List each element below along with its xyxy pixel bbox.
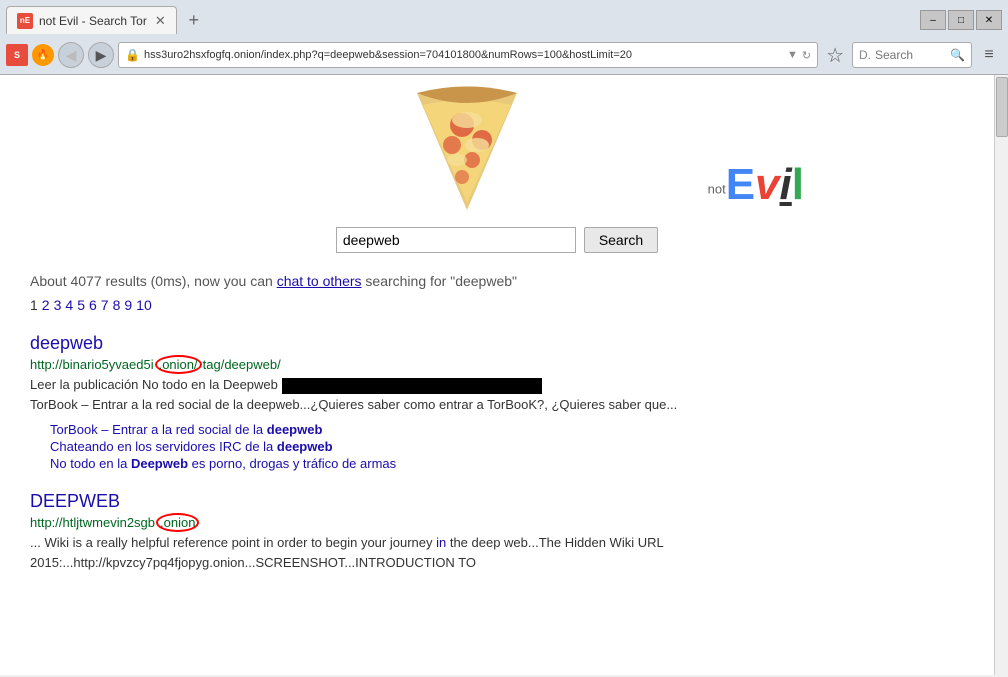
nav-search-input[interactable] — [875, 48, 950, 62]
page-4[interactable]: 4 — [65, 297, 73, 313]
header-section: notEvil Search — [30, 85, 964, 253]
chat-link[interactable]: chat to others — [277, 273, 362, 289]
page-content: notEvil Search About 4077 results (0ms),… — [0, 75, 1008, 675]
onion-circle-2: .onion — [156, 513, 199, 532]
duckduckgo-icon: D. — [859, 48, 871, 62]
results-summary: About 4077 results (0ms), now you can ch… — [30, 273, 964, 289]
url-prefix-2: http://htljtwmevin2sgb — [30, 515, 155, 530]
keyword-deepweb-3: Deepweb — [131, 456, 188, 471]
letter-l: l — [792, 160, 804, 209]
letter-v: v — [755, 160, 779, 209]
result-url-1: http://binario5yvaed5i.onion/tag/deepweb… — [30, 355, 964, 374]
new-tab-button[interactable]: + — [181, 7, 207, 33]
address-input[interactable] — [144, 49, 783, 61]
back-button[interactable]: ◀ — [58, 42, 84, 68]
nav-bar: S 🔥 ◀ ▶ 🔒 ▼ ↻ ☆ D. 🔍 ≡ — [0, 36, 1008, 74]
browser-menu-icon[interactable]: 🔥 — [32, 44, 54, 66]
page-6[interactable]: 6 — [89, 297, 97, 313]
pagination: 1 2 3 4 5 6 7 8 9 10 — [30, 297, 964, 313]
close-button[interactable]: ✕ — [976, 10, 1002, 30]
page-3[interactable]: 3 — [54, 297, 62, 313]
page-inner: notEvil Search About 4077 results (0ms),… — [0, 75, 994, 612]
sub-results-1: TorBook – Entrar a la red social de la d… — [50, 422, 964, 471]
pizza-logo — [407, 85, 527, 215]
result-desc-1: Leer la publicación No todo en la Deepwe… — [30, 375, 780, 395]
result-link-2[interactable]: DEEPWEB — [30, 491, 120, 511]
browser-chrome: nE not Evil - Search Tor ✕ + – □ ✕ S 🔥 ◀… — [0, 0, 1008, 75]
hamburger-menu[interactable]: ≡ — [976, 42, 1002, 68]
evil-text: Evil — [726, 160, 804, 209]
page-7[interactable]: 7 — [101, 297, 109, 313]
tab-title: not Evil - Search Tor — [39, 14, 147, 28]
browser-logo[interactable]: S — [6, 44, 28, 66]
results-suffix: searching for "deepweb" — [362, 273, 517, 289]
keyword-deepweb-2: deepweb — [277, 439, 333, 454]
minimize-button[interactable]: – — [920, 10, 946, 30]
bookmark-icon[interactable]: ☆ — [822, 41, 848, 70]
result-title-1: deepweb — [30, 333, 964, 354]
browser-tab[interactable]: nE not Evil - Search Tor ✕ — [6, 6, 177, 34]
search-input[interactable] — [336, 227, 576, 253]
dropdown-icon[interactable]: ▼ — [787, 49, 798, 61]
search-button[interactable]: Search — [584, 227, 658, 253]
url-suffix-1: tag/deepweb/ — [203, 357, 281, 372]
url-prefix-1: http://binario5yvaed5i — [30, 357, 154, 372]
redacted-text-1 — [282, 378, 542, 394]
page-5[interactable]: 5 — [77, 297, 85, 313]
scrollbar-thumb[interactable] — [996, 77, 1008, 137]
address-bar[interactable]: 🔒 ▼ ↻ — [118, 42, 818, 68]
result-item-1: deepweb http://binario5yvaed5i.onion/tag… — [30, 333, 964, 471]
page-2[interactable]: 2 — [42, 297, 50, 313]
nav-search-box[interactable]: D. 🔍 — [852, 42, 972, 68]
search-icon[interactable]: 🔍 — [950, 48, 965, 62]
page-8[interactable]: 8 — [113, 297, 121, 313]
title-bar: nE not Evil - Search Tor ✕ + – □ ✕ — [0, 0, 1008, 36]
window-controls: – □ ✕ — [920, 10, 1002, 30]
sub-result-1-1[interactable]: TorBook – Entrar a la red social de la d… — [50, 422, 964, 437]
search-form: Search — [336, 227, 658, 253]
page-10[interactable]: 10 — [136, 297, 152, 313]
current-page: 1 — [30, 297, 38, 313]
result-desc-2: ... Wiki is a really helpful reference p… — [30, 533, 780, 572]
results-prefix: About 4077 results (0ms), now you can — [30, 273, 277, 289]
refresh-icon[interactable]: ↻ — [802, 49, 811, 62]
result-desc-1b: TorBook – Entrar a la red social de la d… — [30, 395, 780, 415]
onion-circle-1: .onion/ — [155, 355, 202, 374]
tab-close-button[interactable]: ✕ — [155, 13, 166, 29]
forward-button[interactable]: ▶ — [88, 42, 114, 68]
result-link-1[interactable]: deepweb — [30, 333, 103, 353]
sub-result-1-3[interactable]: No todo en la Deepweb es porno, drogas y… — [50, 456, 964, 471]
result-title-2: DEEPWEB — [30, 491, 964, 512]
in-text: in — [436, 535, 446, 550]
lock-icon: 🔒 — [125, 48, 140, 62]
result-url-2: http://htljtwmevin2sgb.onion — [30, 513, 964, 532]
tab-favicon: nE — [17, 13, 33, 29]
sub-result-1-2[interactable]: Chateando en los servidores IRC de la de… — [50, 439, 964, 454]
page-9[interactable]: 9 — [124, 297, 132, 313]
letter-e: E — [726, 160, 755, 209]
keyword-deepweb: deepweb — [267, 422, 323, 437]
maximize-button[interactable]: □ — [948, 10, 974, 30]
pizza-svg — [407, 85, 527, 215]
result-item-2: DEEPWEB http://htljtwmevin2sgb.onion ...… — [30, 491, 964, 572]
evil-logo: notEvil — [708, 160, 804, 210]
scrollbar[interactable] — [994, 75, 1008, 675]
letter-i: i — [780, 160, 792, 209]
not-prefix: not — [708, 181, 726, 196]
